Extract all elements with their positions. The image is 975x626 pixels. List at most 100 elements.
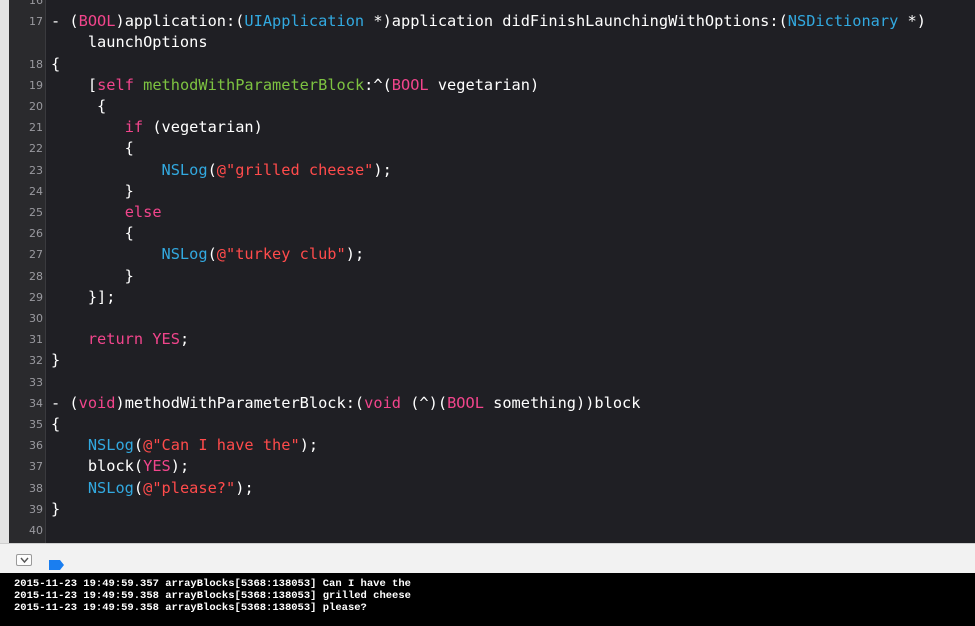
line-number: 31 (29, 333, 43, 347)
code-token: NSLog (87, 436, 134, 455)
console-output[interactable]: 2015-11-23 19:49:59.357 arrayBlocks[5368… (0, 573, 975, 626)
code-token: @"grilled cheese" (216, 160, 374, 179)
code-token: }]; (51, 287, 116, 306)
code-line[interactable]: 18 { (0, 54, 975, 75)
code-token: @"please?" (143, 478, 236, 497)
line-number: 23 (29, 163, 43, 177)
code-text: NSLog(@"grilled cheese"); (51, 160, 392, 181)
code-token: self (97, 75, 134, 94)
code-token: [ (51, 75, 98, 94)
code-line[interactable]: 16 (0, 0, 975, 11)
code-token: } (51, 181, 134, 200)
hide-debug-area-button[interactable] (16, 554, 32, 566)
code-text: if (vegetarian) (51, 117, 263, 138)
code-text: NSLog(@"Can I have the"); (51, 435, 318, 456)
code-token: { (51, 224, 134, 243)
code-text: else (51, 202, 162, 223)
breakpoint-icon (49, 560, 64, 570)
code-token: - ( (51, 12, 79, 31)
code-token: BOOL (391, 75, 429, 94)
code-line[interactable]: 28 } (0, 266, 975, 287)
code-line[interactable]: 27 NSLog(@"turkey club"); (0, 244, 975, 265)
code-line[interactable]: 36 NSLog(@"Can I have the"); (0, 435, 975, 456)
line-number: 20 (29, 100, 43, 113)
code-editor[interactable]: 16 17 - (BOOL)application:(UIApplication *… (0, 0, 975, 543)
code-token: NSLog (161, 245, 208, 264)
code-line[interactable]: 35 { (0, 414, 975, 435)
code-token: ); (299, 436, 319, 455)
code-token: ( (133, 478, 144, 497)
code-line[interactable]: 39} (0, 499, 975, 520)
breakpoints-toggle-button[interactable] (49, 555, 65, 570)
code-token: } (51, 266, 134, 285)
code-text: } (51, 499, 60, 520)
code-token: BOOL (447, 393, 484, 412)
code-token: { (51, 139, 134, 158)
code-token: YES (152, 330, 180, 349)
code-text: { (51, 54, 60, 75)
line-number: 21 (29, 121, 43, 135)
code-line[interactable]: 29 }]; (0, 287, 975, 308)
code-line[interactable]: 26 { (0, 223, 975, 244)
code-line[interactable]: 17 - (BOOL)application:(UIApplication *)a… (0, 11, 975, 32)
line-number: 35 (29, 418, 43, 431)
code-line[interactable]: 21 if (vegetarian) (0, 117, 975, 138)
code-text: }]; (51, 287, 116, 308)
line-number: 26 (29, 227, 43, 241)
code-line[interactable]: 20 { (0, 96, 975, 117)
code-line[interactable]: 31 return YES; (0, 329, 975, 350)
code-token: BOOL (78, 12, 116, 31)
code-line[interactable]: 24 } (0, 181, 975, 202)
code-token: NSLog (161, 160, 208, 179)
console-line: 2015-11-23 19:49:59.358 arrayBlocks[5368… (14, 602, 367, 614)
code-token: (vegetarian) (143, 118, 263, 137)
code-line[interactable]: 32} (0, 350, 975, 371)
code-token: ); (345, 245, 365, 264)
line-number: 18 (29, 57, 43, 71)
code-token: )methodWithParameterBlock:( (115, 393, 365, 412)
code-line[interactable]: 25 else (0, 202, 975, 223)
code-line[interactable]: 33 (0, 372, 975, 393)
code-text: { (51, 138, 134, 159)
code-line[interactable]: 19 [self methodWithParameterBlock:^(BOOL… (0, 75, 975, 96)
code-token: something))block (483, 393, 641, 412)
code-token: void (364, 393, 401, 412)
code-line[interactable]: 38 NSLog(@"please?"); (0, 478, 975, 499)
code-token: )application:( (115, 12, 245, 31)
code-token: { (51, 415, 61, 433)
code-line[interactable]: 22 { (0, 138, 975, 159)
line-number: 36 (29, 439, 43, 453)
code-token: ); (373, 160, 392, 179)
line-number: 17 (29, 15, 43, 29)
line-number: 30 (29, 312, 43, 325)
code-token: - ( (51, 393, 79, 412)
code-text: [self methodWithParameterBlock:^(BOOL ve… (51, 75, 539, 96)
code-token: ( (133, 436, 144, 455)
code-token: :^( (364, 75, 392, 94)
line-number: 29 (29, 290, 43, 304)
code-line[interactable]: launchOptions (0, 32, 975, 53)
code-line[interactable]: 34- (void)methodWithParameterBlock:(void… (0, 393, 975, 414)
code-line[interactable]: 30 (0, 308, 975, 329)
code-text: NSLog(@"turkey club"); (51, 244, 365, 265)
code-text: - (BOOL)application:(UIApplication *)app… (51, 11, 926, 32)
code-token: ); (170, 457, 190, 476)
code-line[interactable]: 37 block(YES); (0, 456, 975, 477)
code-line[interactable]: 40 (0, 520, 975, 541)
code-line[interactable]: 23 NSLog(@"grilled cheese"); (0, 160, 975, 181)
code-token: *)application didFinishLaunchingWithOpti… (364, 12, 788, 31)
code-token: @"Can I have the" (143, 436, 300, 455)
code-token: ( (207, 160, 217, 179)
code-text: launchOptions (51, 32, 208, 53)
line-number: 40 (29, 524, 43, 537)
code-text: { (51, 96, 106, 117)
code-text: return YES; (51, 329, 189, 350)
code-token: } (51, 351, 61, 370)
line-number: 24 (29, 184, 43, 198)
